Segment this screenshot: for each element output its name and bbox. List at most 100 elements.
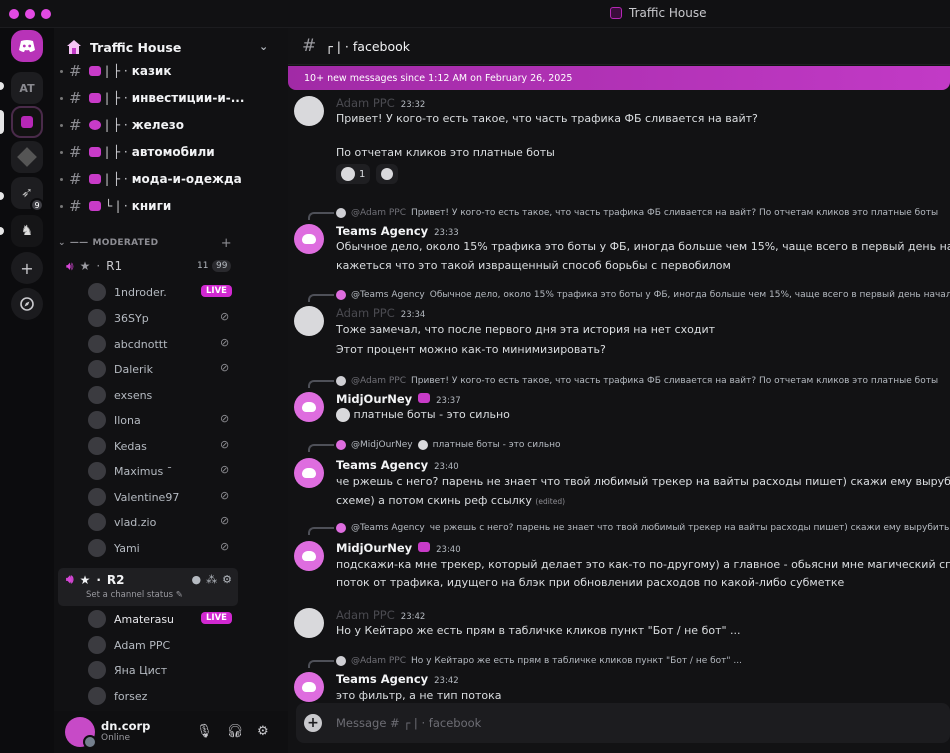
voice-user[interactable]: exsens — [54, 384, 288, 406]
server-3[interactable] — [11, 141, 43, 173]
avatar — [88, 661, 106, 679]
avatar[interactable] — [294, 608, 324, 638]
avatar — [88, 386, 106, 404]
pencil-icon: ✎ — [175, 590, 183, 600]
muted-icon: ⊘ — [220, 463, 230, 476]
category-header[interactable]: ⌄ —— MODERATED + — [54, 235, 288, 251]
explore-button[interactable] — [11, 288, 43, 320]
server-icon: ♞ — [20, 223, 34, 239]
add-attachment-button[interactable]: + — [304, 714, 322, 732]
plus-icon: + — [20, 258, 34, 278]
avatar — [336, 440, 346, 450]
avatar — [88, 462, 106, 480]
voice-user[interactable]: Adam PPC — [54, 634, 288, 656]
microphone-icon[interactable]: 🎙︎ — [196, 724, 213, 739]
avatar[interactable] — [294, 224, 324, 254]
voice-channel-r1[interactable]: 🔊︎ ★ · R1 11 99 — [54, 255, 288, 277]
star-icon: ★ — [79, 572, 91, 587]
voice-user[interactable]: Dalerik ⊘ — [54, 358, 288, 380]
channel-emoji-icon — [89, 174, 101, 184]
voice-user[interactable]: Яна Цист — [54, 659, 288, 681]
emoji-icon — [341, 167, 355, 181]
channel-item[interactable]: # | ├ · инвестиции-и-... — [54, 86, 288, 110]
channel-item[interactable]: # | ├ · железо — [54, 113, 288, 137]
muted-icon: ⊘ — [220, 438, 230, 451]
muted-icon: ⊘ — [220, 361, 230, 374]
avatar — [336, 523, 346, 533]
reaction[interactable]: 1 — [336, 164, 371, 184]
reply-preview[interactable]: @MidjOurNey платные боты - это сильно — [336, 440, 561, 450]
live-badge: LIVE — [201, 285, 232, 297]
channel-emoji-icon — [89, 66, 101, 76]
title-bar: Traffic House — [0, 0, 950, 28]
message-input[interactable]: Message # ┌ | · facebook — [336, 716, 481, 730]
reply-preview[interactable]: @Adam PPC Но у Кейтаро же есть прям в таб… — [336, 656, 742, 666]
chevron-down-icon: ⌄ — [58, 238, 66, 248]
channel-emoji-icon — [89, 120, 101, 130]
new-messages-bar[interactable]: 10+ new messages since 1:12 AM on Februa… — [288, 66, 950, 90]
gear-icon[interactable]: ⚙ — [257, 724, 269, 739]
members-icon[interactable]: ⁂ — [206, 573, 217, 586]
channel-item[interactable]: # | ├ · автомобили — [54, 140, 288, 164]
discord-logo-icon — [19, 40, 35, 52]
server-rail: AT ➶ 9 ♞ + — [0, 28, 54, 753]
channel-emoji-icon — [89, 147, 101, 157]
avatar[interactable] — [294, 541, 324, 571]
zoom-window-button[interactable] — [41, 9, 51, 19]
avatar[interactable] — [294, 96, 324, 126]
avatar — [88, 437, 106, 455]
voice-user[interactable]: 36SYp ⊘ — [54, 307, 288, 329]
voice-user[interactable]: Yami ⊘ — [54, 537, 288, 559]
reply-preview[interactable]: @Teams Agency Обычное дело, около 15% тра… — [336, 290, 950, 300]
voice-user[interactable]: abcdnottt ⊘ — [54, 333, 288, 355]
channel-status[interactable]: Set a channel status ✎ — [86, 590, 183, 600]
headphones-icon[interactable]: 🎧︎ — [227, 724, 244, 739]
voice-user[interactable]: forsez — [54, 685, 288, 707]
close-window-button[interactable] — [9, 9, 19, 19]
chevron-down-icon: ⌄ — [259, 40, 269, 53]
reply-preview[interactable]: @Adam PPC Привет! У кого-то есть такое, ч… — [336, 376, 938, 386]
channel-item[interactable]: # | ├ · мода-и-одежда — [54, 167, 288, 191]
message-composer[interactable]: + Message # ┌ | · facebook — [296, 703, 950, 743]
unread-indicator — [0, 192, 4, 200]
voice-user[interactable]: Ilona ⊘ — [54, 409, 288, 431]
voice-user[interactable]: vlad.zio ⊘ — [54, 511, 288, 533]
server-5[interactable]: ♞ — [11, 215, 43, 247]
smile-icon — [381, 168, 394, 180]
avatar[interactable] — [65, 717, 97, 749]
add-channel-button[interactable]: + — [221, 236, 232, 251]
voice-user[interactable]: Kedas ⊘ — [54, 435, 288, 457]
avatar[interactable] — [294, 392, 324, 422]
channel-emoji-icon — [89, 201, 101, 211]
avatar[interactable] — [294, 306, 324, 336]
avatar — [88, 283, 106, 301]
muted-icon: ⊘ — [220, 514, 230, 527]
add-server-button[interactable]: + — [11, 252, 43, 284]
server-traffic-house[interactable] — [11, 106, 43, 138]
home-button[interactable] — [11, 30, 43, 62]
channel-emoji-icon — [89, 93, 101, 103]
voice-user[interactable]: Amaterasu LIVE — [54, 608, 288, 630]
channel-sidebar: Traffic House ⌄ # | ├ · казик # | ├ · инвест… — [54, 28, 288, 753]
gear-icon[interactable]: ⚙ — [222, 573, 232, 586]
avatar[interactable] — [294, 458, 324, 488]
channel-item[interactable]: # | ├ · казик — [54, 59, 288, 83]
reply-preview[interactable]: @Teams Agency че ржешь с него? парень не … — [336, 523, 950, 533]
voice-user[interactable]: Maximus ˉ ⊘ — [54, 460, 288, 482]
voice-user[interactable]: 1ndroder. LIVE — [54, 281, 288, 303]
chat-icon[interactable]: ● — [192, 573, 202, 586]
avatar[interactable] — [294, 672, 324, 702]
avatar — [336, 376, 346, 386]
server-at[interactable]: AT — [11, 72, 43, 104]
voice-user[interactable]: Valentine97 ⊘ — [54, 486, 288, 508]
avatar — [336, 208, 346, 218]
avatar — [88, 360, 106, 378]
voice-channel-r2[interactable]: 🔊︎ ★ · R2 Set a channel status ✎ ● ⁂ ⚙ — [58, 568, 238, 606]
hashtag-icon: # — [302, 36, 317, 56]
add-reaction-button[interactable] — [376, 164, 399, 184]
minimize-window-button[interactable] — [25, 9, 35, 19]
role-badge-icon — [418, 393, 431, 403]
avatar — [88, 309, 106, 327]
channel-item[interactable]: # └ | · книги — [54, 194, 288, 218]
reply-preview[interactable]: @Adam PPC Привет! У кого-то есть такое, ч… — [336, 208, 938, 218]
